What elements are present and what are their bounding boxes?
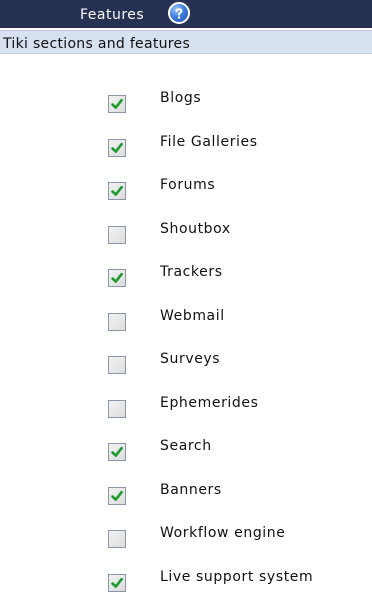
- feature-row[interactable]: Banners: [0, 478, 372, 508]
- feature-label: Workflow engine: [160, 525, 286, 541]
- checkmark-icon: [111, 446, 123, 457]
- feature-row[interactable]: Forums: [0, 173, 372, 203]
- feature-checkbox[interactable]: [108, 269, 126, 287]
- features-title-bar: Features: [0, 0, 372, 28]
- checkmark-icon: [111, 272, 123, 283]
- feature-checkbox[interactable]: [108, 356, 126, 374]
- feature-checkbox[interactable]: [108, 443, 126, 461]
- feature-label: Ephemerides: [160, 394, 259, 411]
- checkmark-icon: [111, 490, 123, 501]
- feature-checkbox[interactable]: [108, 225, 126, 244]
- feature-checkbox[interactable]: [108, 95, 126, 113]
- feature-checkbox[interactable]: [108, 312, 126, 331]
- question-mark-icon: [175, 8, 183, 19]
- checkmark-icon: [111, 142, 123, 153]
- checkmark-icon: [111, 185, 123, 196]
- section-title: Tiki sections and features: [3, 36, 191, 52]
- feature-checkbox[interactable]: [108, 486, 126, 505]
- feature-checkbox[interactable]: [108, 138, 126, 157]
- feature-label: Forums: [160, 177, 216, 193]
- features-panel: Features Tiki sections and features Blog…: [0, 0, 372, 592]
- feature-label: Live support system: [160, 568, 314, 585]
- feature-row[interactable]: Shoutbox: [0, 217, 372, 247]
- feature-label: File Galleries: [160, 133, 258, 150]
- feature-label: Blogs: [160, 90, 202, 106]
- section-header: Tiki sections and features: [0, 30, 372, 54]
- feature-row[interactable]: Live support system: [0, 565, 372, 595]
- feature-label: Search: [160, 438, 212, 454]
- feature-label: Trackers: [160, 264, 223, 280]
- checkmark-icon: [111, 577, 123, 588]
- feature-row[interactable]: Ephemerides: [0, 391, 372, 421]
- feature-row[interactable]: Webmail: [0, 304, 372, 334]
- panel-title: Features: [80, 7, 145, 23]
- feature-label: Shoutbox: [160, 220, 231, 237]
- help-question-icon[interactable]: [168, 2, 190, 24]
- feature-checkbox[interactable]: [108, 530, 126, 548]
- feature-row[interactable]: File Galleries: [0, 130, 372, 160]
- feature-checkbox[interactable]: [108, 399, 126, 418]
- feature-row[interactable]: Search: [0, 434, 372, 464]
- checkmark-icon: [111, 98, 123, 109]
- feature-row[interactable]: Workflow engine: [0, 521, 372, 551]
- feature-row[interactable]: Blogs: [0, 86, 372, 116]
- feature-row[interactable]: Trackers: [0, 260, 372, 290]
- feature-label: Surveys: [160, 351, 221, 367]
- feature-label: Banners: [160, 481, 222, 498]
- feature-row[interactable]: Surveys: [0, 347, 372, 377]
- feature-label: Webmail: [160, 307, 225, 324]
- feature-checkbox[interactable]: [108, 182, 126, 200]
